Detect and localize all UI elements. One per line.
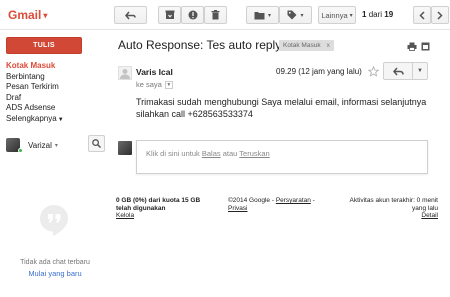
app-logo: Gmail	[8, 8, 42, 22]
start-chat-link[interactable]: Mulai yang baru	[0, 269, 110, 278]
recipient-line: ke saya ▼	[136, 80, 173, 89]
folder-icon	[254, 11, 265, 19]
footer-legal: ©2014 Google - Persyaratan - Privasi	[228, 197, 328, 212]
sidebar-item-sent[interactable]: Pesan Terkirim	[0, 82, 108, 93]
archive-icon	[165, 10, 174, 19]
chevron-down-icon: ▾	[267, 12, 271, 19]
chevron-right-icon	[437, 10, 443, 20]
print-icon[interactable]	[407, 42, 417, 51]
sidebar-nav: Kotak Masuk Berbintang Pesan Terkirim Dr…	[0, 61, 108, 124]
page-of-label: dari	[368, 10, 383, 19]
avatar	[6, 138, 23, 153]
top-toolbar: Gmail ▾ ▾ ▾ Lainnya ▾ 1 dari 19	[0, 0, 450, 30]
chevron-left-icon	[419, 10, 425, 20]
chevron-down-icon: ▼	[417, 68, 423, 74]
back-arrow-icon	[125, 11, 136, 19]
page-total: 19	[384, 10, 394, 19]
reply-prompt-mid: atau	[222, 149, 238, 158]
quota-line-2: telah digunakan	[116, 204, 166, 212]
message-timestamp: 09.29 (12 jam yang lalu)	[276, 67, 362, 76]
quota-line-1: 0 GB (0%) dari kuota 15 GB	[116, 197, 201, 204]
newer-button[interactable]	[413, 6, 431, 24]
sidebar-item-ads-adsense[interactable]: ADS Adsense	[0, 103, 108, 114]
remove-label-icon[interactable]: x	[327, 42, 330, 49]
sidebar-item-more-label: Selengkapnya	[6, 113, 57, 123]
privacy-link[interactable]: Privasi	[228, 205, 248, 212]
sender-avatar	[118, 66, 132, 80]
open-in-new-window-icon[interactable]	[421, 42, 430, 51]
star-icon[interactable]	[368, 66, 379, 77]
recipient-text: ke saya	[136, 80, 162, 89]
activity-details-link[interactable]: Detail	[421, 212, 438, 219]
sidebar-item-inbox[interactable]: Kotak Masuk	[0, 61, 108, 72]
page-indicator: 1 dari 19	[362, 10, 393, 19]
chevron-down-icon: ▾	[349, 12, 353, 19]
search-people-button[interactable]	[88, 135, 105, 152]
reply-link[interactable]: Balas	[202, 149, 221, 158]
manage-storage-link[interactable]: Kelola	[116, 212, 134, 219]
person-icon	[120, 69, 130, 79]
back-button[interactable]	[114, 6, 147, 24]
more-button-label: Lainnya	[321, 10, 348, 20]
delete-button[interactable]	[204, 6, 227, 24]
terms-link[interactable]: Persyaratan	[276, 197, 311, 204]
chevron-down-icon: ▾	[300, 12, 304, 19]
archive-button[interactable]	[158, 6, 181, 24]
move-to-button[interactable]: ▾	[246, 6, 279, 24]
message-body: Trimakasi sudah menghubungi Saya melalui…	[136, 97, 427, 119]
online-status-icon	[18, 148, 23, 153]
forward-link[interactable]: Teruskan	[239, 149, 269, 158]
label-chip-text: Kotak Masuk	[283, 42, 321, 49]
quick-reply-box[interactable]: Klik di sini untuk Balas atau Teruskan	[136, 140, 428, 174]
terms-separator: -	[312, 197, 315, 204]
caret-down-icon: ▼	[57, 116, 64, 123]
sidebar-item-drafts[interactable]: Draf	[0, 93, 108, 104]
reply-prompt-prefix: Klik di sini untuk	[146, 149, 200, 158]
chevron-down-icon: ▾	[54, 142, 58, 149]
report-spam-button[interactable]	[181, 6, 204, 24]
search-icon	[92, 139, 101, 148]
report-spam-icon	[188, 10, 197, 20]
no-chat-text: Tidak ada chat terbaru	[20, 259, 90, 266]
thread-subject: Auto Response: Tes auto reply	[118, 38, 282, 52]
hangouts-icon	[40, 205, 68, 236]
more-actions-button[interactable]: ▼	[412, 62, 428, 80]
account-activity: Aktivitas akun terakhir: 0 menit yang la…	[338, 197, 438, 220]
compose-button[interactable]: TULIS	[6, 37, 82, 54]
gmail-app-switcher[interactable]: Gmail ▾	[8, 8, 47, 22]
show-details-icon[interactable]: ▼	[164, 80, 173, 89]
older-button[interactable]	[431, 6, 449, 24]
label-icon	[287, 10, 297, 20]
reply-icon	[392, 67, 404, 75]
activity-line-1: Aktivitas akun terakhir: 0 menit	[349, 197, 438, 204]
copyright-text: ©2014 Google -	[228, 197, 274, 204]
chat-user-name: Varizal	[28, 140, 52, 150]
more-button[interactable]: Lainnya ▾	[318, 6, 356, 24]
labels-button[interactable]: ▾	[279, 6, 312, 24]
sidebar-item-more[interactable]: Selengkapnya▼	[0, 114, 108, 125]
sidebar-item-starred[interactable]: Berbintang	[0, 72, 108, 83]
reply-button[interactable]	[383, 62, 413, 80]
avatar	[118, 141, 132, 155]
inbox-label-chip: Kotak Masuk x	[279, 40, 334, 51]
chevron-down-icon: ▾	[43, 11, 48, 21]
sender-name[interactable]: Varis Ical	[136, 67, 173, 77]
page-position: 1	[362, 10, 367, 19]
activity-line-2: yang lalu	[411, 204, 438, 212]
delete-icon	[211, 10, 220, 20]
storage-quota: 0 GB (0%) dari kuota 15 GB telah digunak…	[116, 197, 216, 220]
